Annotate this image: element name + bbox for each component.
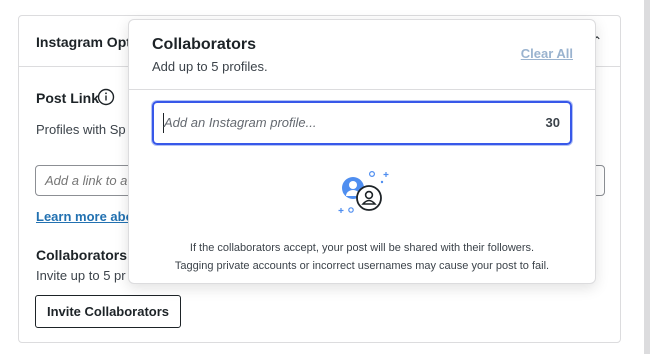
divider bbox=[129, 89, 595, 90]
character-count: 30 bbox=[545, 115, 560, 130]
note-line-1: If the collaborators accept, your post w… bbox=[189, 242, 535, 254]
collaborators-label: Collaborators bbox=[36, 247, 128, 263]
instagram-profile-input[interactable]: Add an Instagram profile... 30 bbox=[152, 101, 572, 145]
invite-collaborators-button[interactable]: Invite Collaborators bbox=[35, 295, 181, 328]
collaborators-note: If the collaborators accept, your post w… bbox=[129, 239, 595, 275]
popover-title: Collaborators bbox=[152, 36, 257, 53]
info-icon[interactable] bbox=[97, 88, 115, 106]
clear-all-button[interactable]: Clear All bbox=[521, 46, 573, 61]
learn-more-link[interactable]: Learn more abo bbox=[36, 209, 134, 224]
post-link-label: Post Link bbox=[36, 90, 100, 106]
popover-subtitle: Add up to 5 profiles. bbox=[152, 59, 268, 74]
collaborators-popover: Collaborators Add up to 5 profiles. Clea… bbox=[128, 19, 596, 284]
profile-input-placeholder: Add an Instagram profile... bbox=[164, 115, 317, 130]
note-line-2: Tagging private accounts or incorrect us… bbox=[174, 260, 550, 272]
scrollbar-track bbox=[644, 0, 650, 354]
collaborators-illustration-icon bbox=[338, 170, 389, 213]
collaborators-description: Invite up to 5 pr bbox=[36, 268, 126, 283]
